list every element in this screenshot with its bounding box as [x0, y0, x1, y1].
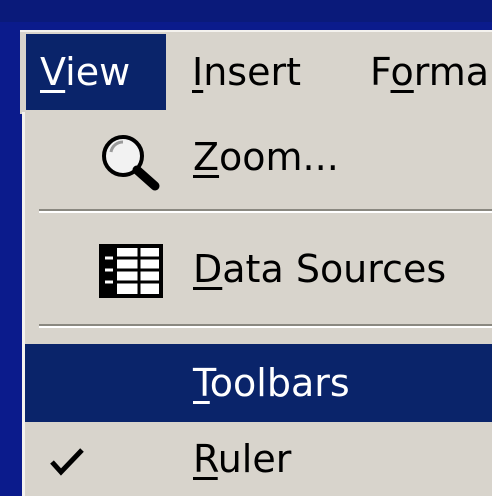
menu-insert[interactable]: Insert: [178, 34, 315, 110]
ruler-rest: uler: [217, 437, 292, 481]
checkmark-icon: [50, 448, 84, 476]
menu-bar: View Insert Forma: [20, 30, 492, 114]
menu-format[interactable]: Forma: [356, 34, 492, 110]
table-icon: [99, 244, 163, 298]
menu-item-zoom[interactable]: Zoom...: [25, 112, 492, 202]
menu-format-mnemonic: o: [390, 50, 414, 94]
ruler-mnemonic: R: [193, 437, 218, 481]
menu-view[interactable]: View: [26, 34, 166, 110]
menu-format-pre: F: [370, 50, 391, 94]
title-bar: [0, 0, 492, 22]
menu-separator: [39, 324, 492, 328]
app-window: View Insert Forma Zoom... Data Sources T…: [0, 0, 492, 496]
magnifier-icon: [102, 135, 160, 191]
menu-separator: [39, 209, 492, 213]
data-sources-rest: ata Sources: [222, 247, 447, 291]
zoom-rest: oom...: [219, 135, 339, 179]
menu-item-toolbars[interactable]: Toolbars: [25, 344, 492, 422]
zoom-mnemonic: Z: [193, 135, 220, 179]
view-dropdown-menu: Zoom... Data Sources Toolbars Ruler: [22, 112, 492, 496]
menu-view-rest: iew: [65, 50, 131, 94]
data-sources-mnemonic: D: [193, 247, 223, 291]
menu-item-data-sources-label: Data Sources: [193, 224, 446, 314]
menu-view-mnemonic: V: [40, 50, 66, 94]
menu-item-data-sources[interactable]: Data Sources: [25, 224, 492, 314]
menu-item-ruler-label: Ruler: [193, 422, 291, 496]
menu-format-rest: rma: [413, 50, 490, 94]
menu-item-zoom-label: Zoom...: [193, 112, 339, 202]
toolbars-mnemonic: T: [193, 361, 210, 405]
menu-item-toolbars-label: Toolbars: [193, 344, 350, 422]
menu-item-ruler[interactable]: Ruler: [25, 422, 492, 496]
toolbars-rest: oolbars: [209, 361, 350, 405]
menu-insert-mnemonic: I: [192, 50, 204, 94]
menu-insert-rest: nsert: [203, 50, 302, 94]
